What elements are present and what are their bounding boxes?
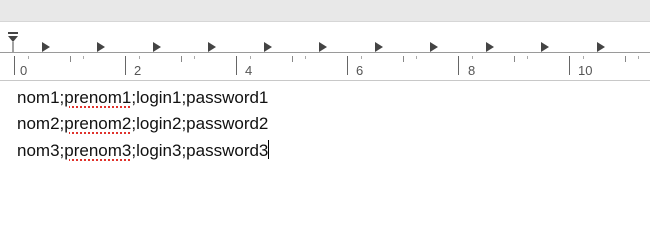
text-segment: ;login1;password1 (131, 88, 269, 107)
tab-stop-marker-icon[interactable] (597, 42, 605, 52)
misspelled-word[interactable]: prenom2 (64, 114, 131, 133)
toolbar-strip (0, 0, 650, 22)
tab-stop-marker-icon[interactable] (42, 42, 50, 52)
document-body[interactable]: nom1;prenom1;login1;password1 nom2;preno… (0, 81, 650, 250)
tab-stop-marker-icon[interactable] (541, 42, 549, 52)
ruler-graphics (0, 32, 650, 75)
text-line[interactable]: nom2;prenom2;login2;password2 (17, 114, 268, 134)
tab-stop-marker-icon[interactable] (264, 42, 272, 52)
ruler-tick-label: 4 (245, 63, 253, 78)
tab-stop-marker-icon[interactable] (319, 42, 327, 52)
tab-stop-marker-icon[interactable] (153, 42, 161, 52)
indent-marker-icon[interactable] (8, 32, 18, 52)
tab-stop-marker-icon[interactable] (208, 42, 216, 52)
tab-stop-marker-icon[interactable] (486, 42, 494, 52)
text-line[interactable]: nom1;prenom1;login1;password1 (17, 88, 268, 108)
tab-stop-marker-icon[interactable] (430, 42, 438, 52)
tab-stop-marker-icon[interactable] (375, 42, 383, 52)
text-line[interactable]: nom3;prenom3;login3;password3 (17, 140, 270, 161)
ruler-tick-label: 0 (20, 63, 28, 78)
ruler-tick-label: 8 (468, 63, 476, 78)
ruler-tick-label: 6 (356, 63, 364, 78)
text-segment: nom1; (17, 88, 65, 107)
ruler-tick-label: 10 (578, 63, 593, 78)
tab-stop-marker-icon[interactable] (97, 42, 105, 52)
text-segment: nom3; (17, 141, 65, 160)
text-segment: nom2; (17, 114, 65, 133)
misspelled-word[interactable]: prenom1 (64, 88, 131, 107)
text-editor-window: 0 2 4 6 8 10 nom1;prenom1;login1;passwor… (0, 0, 650, 250)
text-cursor (268, 140, 270, 159)
misspelled-word[interactable]: prenom3 (64, 141, 131, 160)
text-segment: ;login3;password3 (131, 141, 269, 160)
text-segment: ;login2;password2 (131, 114, 269, 133)
ruler-tick-label: 2 (134, 63, 142, 78)
ruler[interactable]: 0 2 4 6 8 10 (0, 22, 650, 81)
